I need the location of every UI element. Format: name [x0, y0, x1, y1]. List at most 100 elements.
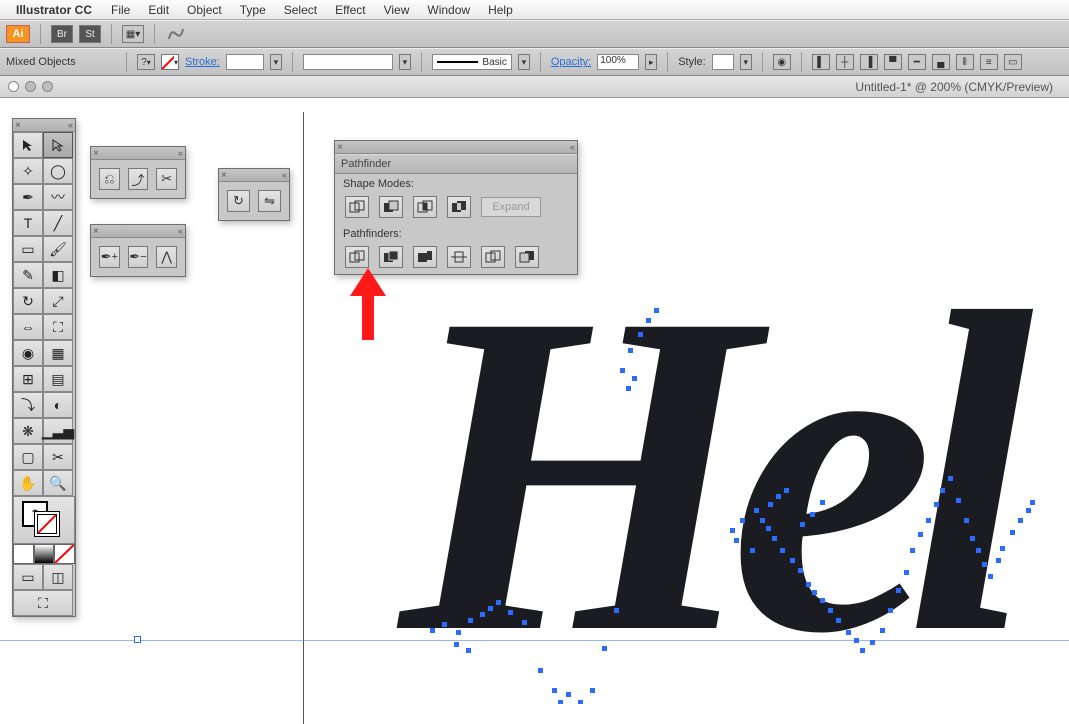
opacity-link[interactable]: Opacity: [551, 56, 591, 68]
app-name[interactable]: Illustrator CC [16, 3, 92, 17]
variable-width-dropdown[interactable]: ▾ [399, 54, 411, 70]
menu-edit[interactable]: Edit [148, 3, 169, 17]
gpu-icon[interactable] [165, 25, 187, 43]
window-minimize-button[interactable] [25, 81, 36, 92]
stroke-swatch-button[interactable]: ▾ [161, 54, 179, 70]
knife-tool[interactable]: ✂ [156, 168, 177, 190]
floating-panel-3[interactable]: × « ✒+ ✒− ⋀ [90, 224, 186, 277]
menu-window[interactable]: Window [427, 3, 470, 17]
shaper-tool[interactable]: ⤴ [128, 168, 149, 190]
intersect-button[interactable] [413, 196, 437, 218]
lasso-tool[interactable]: ◯ [43, 158, 73, 184]
window-zoom-button[interactable] [42, 81, 53, 92]
menu-object[interactable]: Object [187, 3, 222, 17]
curvature-tool[interactable]: 〰 [43, 184, 73, 210]
align-to-button[interactable]: ▭ [1004, 54, 1022, 70]
eraser-tool[interactable]: ◧ [43, 262, 73, 288]
pencil-tool[interactable]: ✎ [13, 262, 43, 288]
menu-select[interactable]: Select [284, 3, 317, 17]
column-graph-tool[interactable]: ▁▃▅ [43, 418, 73, 444]
rectangle-tool[interactable]: ▭ [13, 236, 43, 262]
stroke-weight-field[interactable] [226, 54, 264, 70]
color-mode-none[interactable] [54, 544, 75, 564]
drawing-mode-normal[interactable]: ▭ [13, 564, 43, 590]
menu-view[interactable]: View [384, 3, 410, 17]
distribute-h-button[interactable]: ⫴ [956, 54, 974, 70]
slice-tool[interactable]: ✂ [43, 444, 73, 470]
stock-button[interactable]: St [79, 25, 101, 43]
shape-builder-tool[interactable]: ◉ [13, 340, 43, 366]
minus-back-button[interactable] [515, 246, 539, 268]
rotate-tool[interactable]: ↻ [13, 288, 43, 314]
minus-front-button[interactable] [379, 196, 403, 218]
symbol-sprayer-tool[interactable]: ❋ [13, 418, 43, 444]
align-vcenter-button[interactable]: ━ [908, 54, 926, 70]
menu-type[interactable]: Type [240, 3, 266, 17]
divide-button[interactable] [345, 246, 369, 268]
stroke-link[interactable]: Stroke: [185, 56, 220, 68]
panel-header[interactable]: × « [91, 225, 185, 238]
magic-wand-tool[interactable]: ✧ [13, 158, 43, 184]
perspective-grid-tool[interactable]: ▦ [43, 340, 73, 366]
rotate-tool-mini[interactable]: ↻ [227, 190, 250, 212]
pathfinder-panel-header[interactable]: × « [335, 141, 577, 154]
free-transform-tool[interactable]: ⛶ [43, 314, 73, 340]
arrange-documents-button[interactable]: ▦▾ [122, 25, 144, 43]
distribute-v-button[interactable]: ≡ [980, 54, 998, 70]
menu-effect[interactable]: Effect [335, 3, 365, 17]
canvas-artwork[interactable]: Hel [370, 248, 1069, 704]
stroke-color-swatch[interactable] [34, 511, 60, 537]
opacity-field[interactable]: 100% [597, 54, 639, 70]
color-mode-gradient[interactable] [34, 544, 55, 564]
pen-tool[interactable]: ✒ [13, 184, 43, 210]
tools-panel[interactable]: × « ✧ ◯ ✒ 〰 T ╱ ▭ 🖌 ✎ ◧ ↻ ⤢ ⇔ ⛶ ◉ ▦ ⊞ ▤ … [12, 118, 76, 617]
drawing-mode-behind[interactable]: ◫ [43, 564, 73, 590]
artboard-tool[interactable]: ▢ [13, 444, 43, 470]
window-close-button[interactable] [8, 81, 19, 92]
blend-tool[interactable]: ◐ [43, 392, 73, 418]
zoom-tool[interactable]: 🔍 [43, 470, 73, 496]
add-anchor-tool[interactable]: ✒+ [99, 246, 120, 268]
tools-panel-header[interactable]: × « [13, 119, 75, 132]
align-left-button[interactable]: ▌ [812, 54, 830, 70]
width-tool[interactable]: ⇔ [13, 314, 43, 340]
crop-button[interactable] [447, 246, 471, 268]
selection-tool[interactable] [13, 132, 43, 158]
pathfinder-title[interactable]: Pathfinder [335, 154, 577, 174]
align-right-button[interactable]: ▐ [860, 54, 878, 70]
floating-panel-2[interactable]: × « ↻ ⇋ [218, 168, 290, 221]
reflect-tool-mini[interactable]: ⇋ [258, 190, 281, 212]
panel-menu-icon[interactable]: « [570, 142, 575, 152]
stroke-weight-dropdown[interactable]: ▾ [270, 54, 282, 70]
convert-anchor-tool[interactable]: ⋀ [156, 246, 177, 268]
bridge-button[interactable]: Br [51, 25, 73, 43]
fill-stroke-swatch[interactable]: ? [13, 496, 75, 544]
mesh-tool[interactable]: ⊞ [13, 366, 43, 392]
close-icon[interactable]: × [337, 142, 343, 153]
exclude-button[interactable] [447, 196, 471, 218]
menu-file[interactable]: File [111, 3, 130, 17]
outline-button[interactable] [481, 246, 505, 268]
graphic-style-swatch[interactable] [712, 54, 734, 70]
close-icon[interactable]: × [221, 170, 227, 181]
merge-button[interactable] [413, 246, 437, 268]
fill-swatch-button[interactable]: ?▾ [137, 54, 155, 70]
unite-button[interactable] [345, 196, 369, 218]
close-icon[interactable]: × [15, 120, 21, 131]
scale-tool[interactable]: ⤢ [43, 288, 73, 314]
variable-width-profile[interactable] [303, 54, 393, 70]
pathfinder-panel[interactable]: × « Pathfinder Shape Modes: Expand Pathf… [334, 140, 578, 275]
align-bottom-button[interactable]: ▄ [932, 54, 950, 70]
guide-anchor-point[interactable] [134, 636, 141, 643]
type-tool[interactable]: T [13, 210, 43, 236]
paintbrush-tool[interactable]: 🖌 [43, 236, 73, 262]
close-icon[interactable]: × [93, 148, 99, 159]
join-tool[interactable]: ⎌ [99, 168, 120, 190]
direct-selection-tool[interactable] [43, 132, 73, 158]
brush-dropdown[interactable]: ▾ [518, 54, 530, 70]
style-dropdown[interactable]: ▾ [740, 54, 752, 70]
close-icon[interactable]: × [93, 226, 99, 237]
panel-header[interactable]: × « [219, 169, 289, 182]
gradient-tool[interactable]: ▤ [43, 366, 73, 392]
trim-button[interactable] [379, 246, 403, 268]
